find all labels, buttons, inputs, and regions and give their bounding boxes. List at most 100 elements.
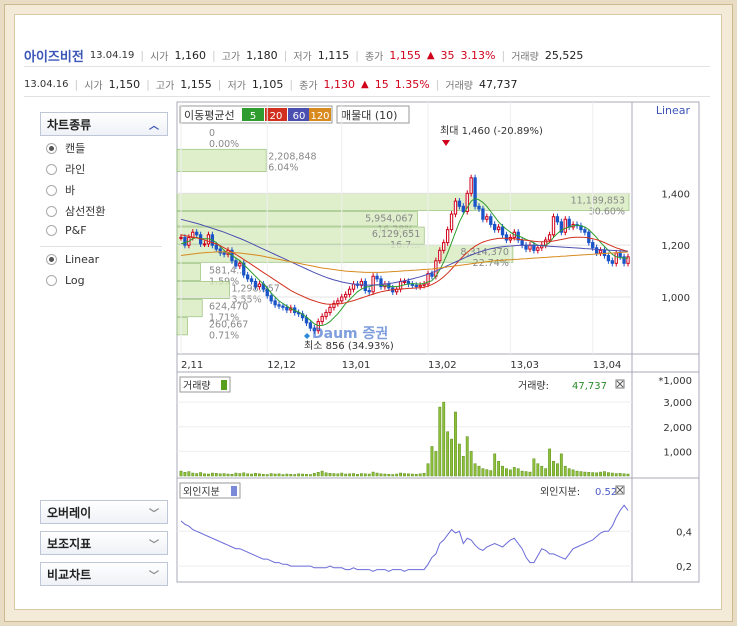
volume-bar: [563, 465, 567, 477]
candle-body: [520, 239, 524, 246]
volume-bar: [379, 473, 383, 477]
volume-bar: [591, 472, 595, 477]
volume-bar: [352, 473, 355, 477]
candle: [320, 313, 324, 325]
volume-bar: [579, 471, 583, 477]
candle: [520, 236, 524, 249]
candle-body: [195, 231, 199, 236]
candle: [610, 257, 614, 267]
volume-panel-tag[interactable]: 거래량: [179, 376, 231, 393]
volume-bar: [497, 460, 501, 477]
volume-bar: [316, 472, 320, 477]
candle: [344, 291, 348, 301]
candle: [555, 213, 560, 225]
candle: [273, 297, 277, 308]
candle: [245, 271, 250, 282]
candle: [598, 247, 603, 257]
candle: [445, 226, 450, 246]
candle-body: [336, 300, 340, 304]
volume-bar: [481, 468, 485, 477]
price-tick-label: 1,000: [661, 293, 690, 304]
volume-bar: [395, 473, 399, 477]
candle-body: [618, 252, 622, 258]
volume-bar: [312, 473, 316, 477]
candle: [579, 222, 583, 233]
volume-bar: [434, 451, 438, 477]
volume-bar: [371, 471, 375, 477]
volume-bar: [599, 471, 602, 477]
ma120-label: 120: [310, 111, 329, 122]
volume-bar: [301, 473, 304, 477]
ma-toolbar[interactable]: 이동평균선 5 20 60 120: [179, 105, 333, 124]
volume-bar: [508, 469, 512, 477]
volume-bar: [610, 472, 614, 477]
stock-chart[interactable]: 이동평균선 5 20 60 120 매물대 (10) Linear *1,000…: [0, 0, 737, 626]
volume-bar: [281, 474, 285, 477]
volume-bar: [438, 406, 442, 477]
foreign-line: [180, 504, 629, 572]
candle: [551, 213, 556, 238]
candle-body: [328, 306, 332, 314]
candle-body: [614, 252, 618, 264]
volume-bar: [450, 438, 453, 477]
candle: [296, 309, 301, 317]
volume-bar: [179, 470, 183, 477]
volume-bar: [528, 471, 532, 477]
volume-bar: [552, 460, 555, 477]
candle: [351, 280, 356, 293]
candle: [340, 293, 344, 304]
foreign-title: 외인지분: [183, 486, 220, 498]
candle-body: [430, 273, 434, 277]
candle-body: [367, 290, 371, 293]
candle-body: [563, 218, 567, 233]
volume-bar: [430, 446, 434, 477]
profile-bar: [176, 281, 230, 299]
candle: [242, 260, 246, 279]
volume-bar: [308, 474, 312, 477]
watermark: Daum 증권: [312, 326, 388, 342]
volume-bar: [520, 470, 524, 477]
candle: [485, 213, 489, 223]
candle: [328, 304, 332, 316]
profile-volume-label: 2,208,848: [268, 151, 316, 162]
candle: [347, 286, 352, 298]
volume-bar: [230, 474, 234, 477]
profile-volume-label: 624,470: [209, 302, 248, 313]
volume-bar: [473, 463, 477, 477]
candle-body: [418, 284, 422, 288]
candle-body: [245, 274, 250, 280]
volume-bar: [414, 474, 418, 477]
candle-body: [265, 288, 269, 297]
profile-volume-label: 581,4..: [209, 265, 242, 276]
candle: [473, 174, 477, 210]
foreign-panel-tag[interactable]: 외인지분: [179, 482, 241, 499]
volume-bar: [622, 473, 626, 477]
volume-bar: [234, 472, 238, 477]
price-tick-label: 1,200: [661, 241, 690, 252]
volume-bar: [367, 473, 371, 477]
scale-label: Linear: [656, 104, 691, 117]
volume-bar: [195, 473, 199, 477]
close-icon[interactable]: [615, 379, 625, 389]
candle: [465, 190, 469, 215]
volume-bar: [571, 469, 575, 477]
volume-bar: [501, 465, 504, 477]
volume-value-label: 거래량:: [518, 380, 549, 392]
close-icon[interactable]: [615, 485, 625, 495]
volume-bar: [477, 465, 481, 477]
candle-body: [422, 283, 426, 286]
candle: [496, 223, 501, 233]
volume-unit-label: *1,000: [658, 376, 692, 387]
candle: [394, 286, 399, 295]
volume-profile-toggle[interactable]: 매물대 (10): [336, 105, 410, 124]
candle-body: [591, 242, 595, 249]
candle: [626, 253, 630, 267]
candle-body: [594, 247, 599, 254]
candle-body: [453, 200, 458, 215]
volume-bar: [183, 472, 187, 477]
volume-bar: [391, 474, 395, 477]
volume-bar: [465, 436, 469, 477]
volume-bar: [587, 472, 591, 477]
price-tick-label: 1,400: [661, 189, 690, 200]
profile-pct-label: 0.71%: [209, 331, 239, 342]
